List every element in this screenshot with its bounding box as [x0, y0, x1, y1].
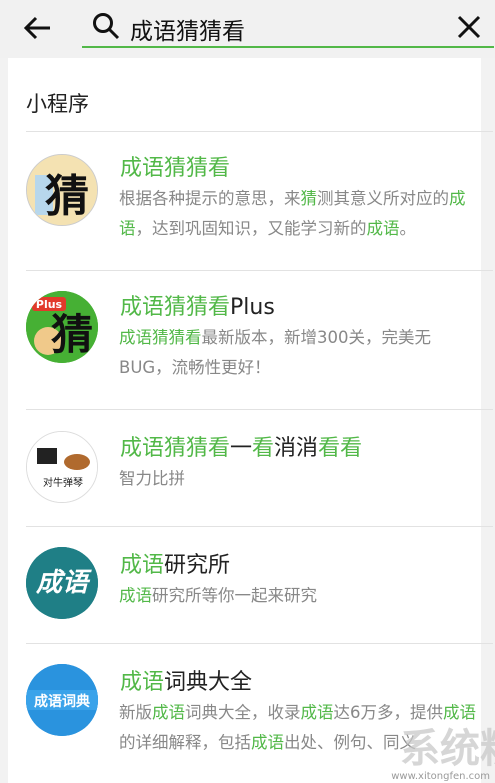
item-description: 根据各种提示的意思，来猜测其意义所对应的成语，达到巩固知识，又能学习新的成语。: [119, 189, 466, 238]
avatar-badge: Plus: [36, 298, 63, 311]
mini-program-avatar: 对牛弹琴: [26, 431, 98, 503]
item-title: 成语猜猜看: [120, 156, 231, 181]
item-title: 成语猜猜看Plus: [120, 295, 275, 320]
watermark-text: 系统粉: [400, 726, 495, 772]
arrow-left-icon: [23, 16, 50, 40]
item-description: 成语研究所等你一起来研究: [119, 586, 317, 605]
search-field[interactable]: 成语猜猜看: [82, 8, 494, 48]
item-description: 成语猜猜看最新版本，新增300关，完美无BUG，流畅性更好！: [119, 328, 431, 377]
list-item[interactable]: 对牛弹琴 成语猜猜看一看消消看看 智力比拼: [0, 410, 495, 526]
avatar-caption: 对牛弹琴: [43, 476, 83, 489]
search-input[interactable]: 成语猜猜看: [130, 12, 245, 46]
item-title: 成语研究所: [120, 553, 231, 578]
search-icon: [92, 12, 120, 40]
mini-program-avatar: 猜: [26, 154, 98, 226]
mini-program-avatar: 成语词典: [26, 664, 98, 736]
avatar-char: 猜: [45, 171, 89, 222]
list-item[interactable]: 成语 成语研究所 成语研究所等你一起来研究: [0, 527, 495, 643]
item-description: 智力比拼: [119, 469, 185, 488]
close-icon: [457, 15, 481, 39]
watermark: 系统粉 www.xitongfen.com: [350, 704, 495, 783]
list-item[interactable]: 猜 成语猜猜看 根据各种提示的意思，来猜测其意义所对应的成语，达到巩固知识，又能…: [0, 132, 495, 270]
item-title: 成语猜猜看一看消消看看: [120, 436, 363, 461]
mini-program-avatar: 成语: [26, 547, 98, 619]
watermark-url: www.xitongfen.com: [391, 771, 490, 782]
clear-search-button[interactable]: [456, 14, 482, 40]
top-bar: 成语猜猜看: [0, 0, 495, 58]
section-title: 小程序: [26, 92, 89, 116]
item-title: 成语词典大全: [120, 670, 253, 695]
avatar-char: 猜: [51, 310, 93, 359]
list-item[interactable]: 猜 Plus 成语猜猜看Plus 成语猜猜看最新版本，新增300关，完美无BUG…: [0, 271, 495, 409]
back-button[interactable]: [22, 12, 56, 44]
mini-program-avatar: 猜 Plus: [26, 291, 98, 363]
avatar-caption: 成语词典: [34, 693, 90, 710]
avatar-char: 成语: [35, 568, 92, 598]
